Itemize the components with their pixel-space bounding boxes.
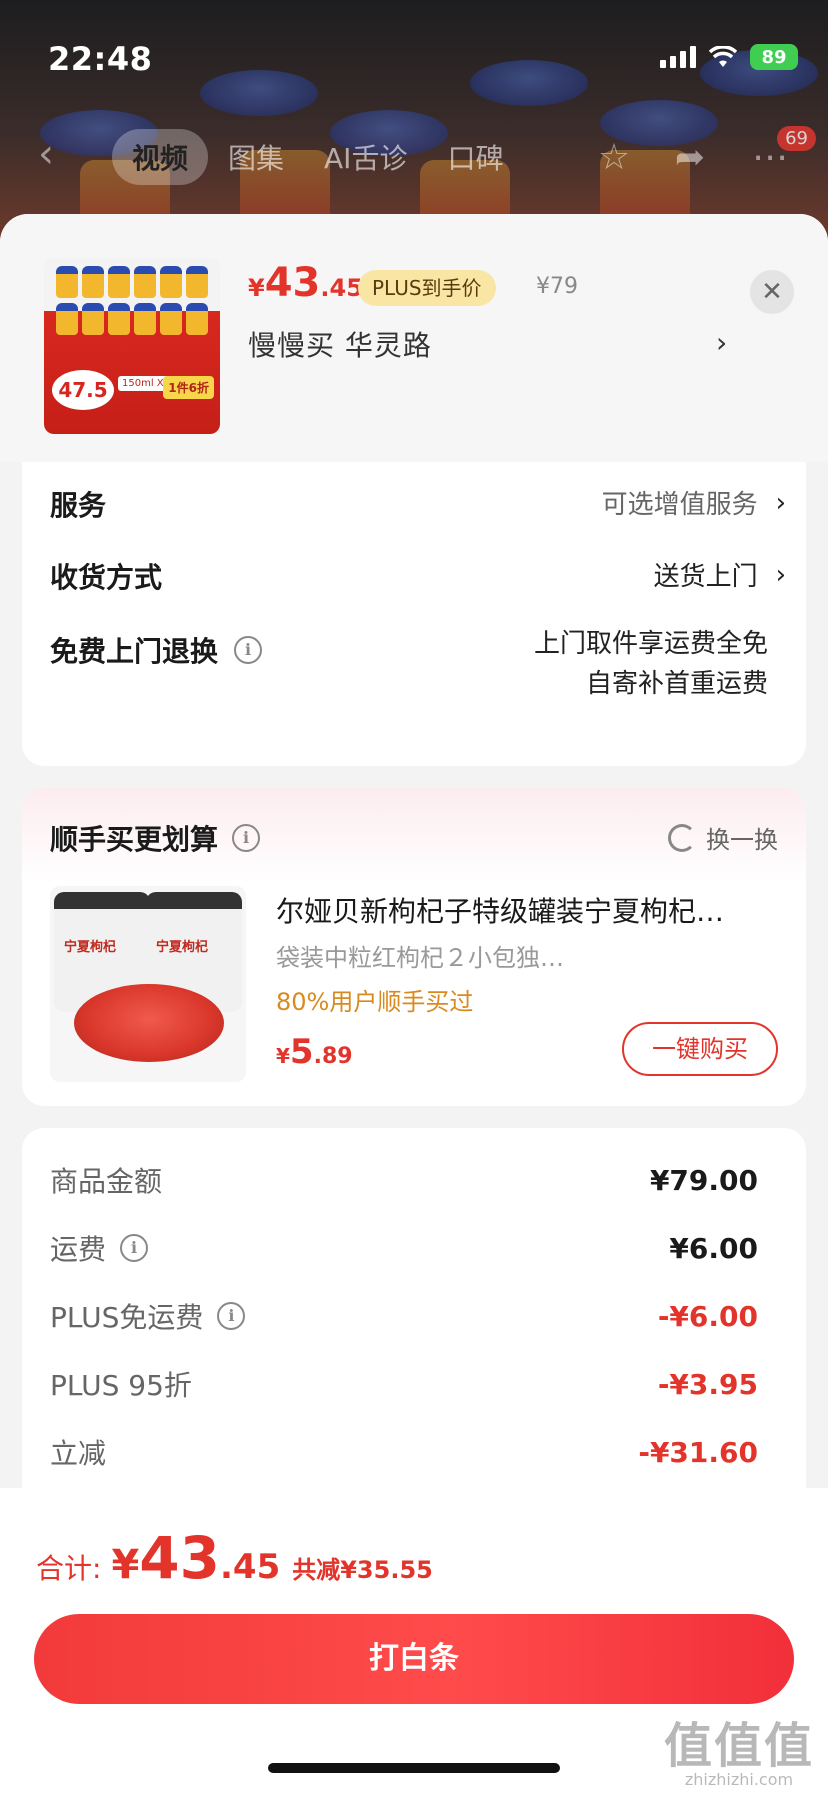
chevron-right-icon: ›	[775, 559, 786, 590]
return-label: 免费上门退换	[50, 635, 219, 668]
summary-row: PLUS免运费 i -¥6.00	[50, 1299, 758, 1335]
info-icon[interactable]: i	[120, 1234, 149, 1262]
product-summary-header: 47.5 150ml X12 1件6折 ¥43.45 PLUS到手价 ¥79 慢…	[0, 214, 828, 462]
watermark-logo: 值值值 zhizhizhi.com	[663, 1718, 814, 1789]
delivery-row[interactable]: 收货方式 送货上门 ›	[50, 556, 786, 596]
pay-baitiao-button[interactable]: 打白条	[34, 1614, 794, 1704]
close-button[interactable]: ✕	[750, 270, 794, 314]
summary-row: PLUS 95折 -¥3.95	[50, 1367, 758, 1403]
product-thumbnail: 47.5 150ml X12 1件6折	[44, 258, 220, 434]
back-arrow-icon[interactable]: ‹	[38, 134, 78, 178]
product-price: ¥43.45	[248, 260, 363, 306]
info-icon[interactable]: i	[234, 636, 263, 664]
bundle-price: ¥5.89	[276, 1032, 353, 1072]
return-line-2: 自寄补首重运费	[585, 669, 768, 699]
tab-video[interactable]: 视频	[112, 129, 209, 185]
one-click-buy-button[interactable]: 一键购买	[622, 1022, 778, 1076]
refresh-button[interactable]: 换一换	[668, 820, 778, 855]
star-icon[interactable]: ☆	[592, 136, 636, 180]
return-row: 免费上门退换 i 上门取件享运费全免 自寄补首重运费	[50, 624, 786, 704]
return-line-1: 上门取件享运费全免	[533, 629, 768, 659]
bundle-product-image[interactable]: 宁夏枸杞 宁夏枸杞	[50, 886, 246, 1082]
summary-row: 立减 -¥31.60	[50, 1435, 758, 1471]
bundle-product-desc: 袋装中粒红枸杞２小包独…	[276, 944, 564, 972]
tab-gallery[interactable]: 图集	[208, 129, 304, 185]
checkout-bar: 合计: ¥ 43 .45 共减¥35.55 打白条 值值值 zhizhizhi.…	[0, 1488, 828, 1793]
battery-icon: 89	[750, 44, 798, 70]
thumb-tag: 1件6折	[163, 376, 214, 399]
seller-address[interactable]: 慢慢买 华灵路	[248, 324, 432, 364]
share-icon[interactable]: ➦	[668, 136, 712, 180]
chevron-right-icon: ›	[775, 487, 786, 518]
delivery-label: 收货方式	[50, 561, 163, 594]
info-icon[interactable]: i	[217, 1302, 246, 1330]
message-badge: 69	[777, 126, 816, 151]
bundle-title: 顺手买更划算	[50, 823, 219, 856]
bundle-card: 顺手买更划算 i 换一换 宁夏枸杞 宁夏枸杞 尔娅贝新枸杞子特级罐装宁夏枸杞… …	[22, 788, 806, 1106]
price-summary-card: 商品金额 ¥79.00 运费 i ¥6.00 PLUS免运费 i -¥6.00 PL…	[22, 1128, 806, 1548]
total-savings: 共减¥35.55	[292, 1556, 433, 1584]
options-card: 服务 可选增值服务 › 收货方式 送货上门 › 免费上门退换 i 上门取件享运费…	[22, 414, 806, 766]
summary-row: 商品金额 ¥79.00	[50, 1163, 758, 1199]
order-total: 合计: ¥ 43 .45 共减¥35.55	[36, 1524, 433, 1592]
summary-row: 运费 i ¥6.00	[50, 1231, 758, 1267]
top-nav: ‹ 视频 图集 AI舌诊 口碑 ☆ ➦ ⋯ 69	[0, 122, 828, 192]
refresh-icon	[668, 823, 696, 852]
tab-reviews[interactable]: 口碑	[427, 129, 523, 185]
delivery-value: 送货上门	[653, 562, 758, 592]
status-time: 22:48	[48, 40, 153, 78]
service-label: 服务	[50, 489, 107, 522]
bundle-buy-stat: 80%用户顺手买过	[276, 988, 474, 1016]
signal-icon	[660, 46, 696, 68]
thumb-price: 47.5	[52, 370, 114, 410]
nav-tabs: 视频 图集 AI舌诊 口碑	[112, 128, 523, 186]
home-indicator[interactable]	[268, 1763, 560, 1773]
status-bar: 22:48 89	[0, 0, 828, 110]
original-price: ¥79	[536, 274, 578, 299]
wifi-icon	[708, 46, 738, 67]
plus-price-tag: PLUS到手价	[358, 270, 496, 306]
info-icon[interactable]: i	[232, 824, 261, 852]
chevron-right-icon[interactable]: ›	[716, 326, 727, 359]
tab-ai-tongue[interactable]: AI舌诊	[304, 129, 427, 185]
service-row[interactable]: 服务 可选增值服务 ›	[50, 484, 786, 524]
service-value: 可选增值服务	[601, 490, 758, 520]
bundle-product-name[interactable]: 尔娅贝新枸杞子特级罐装宁夏枸杞…	[276, 890, 788, 930]
